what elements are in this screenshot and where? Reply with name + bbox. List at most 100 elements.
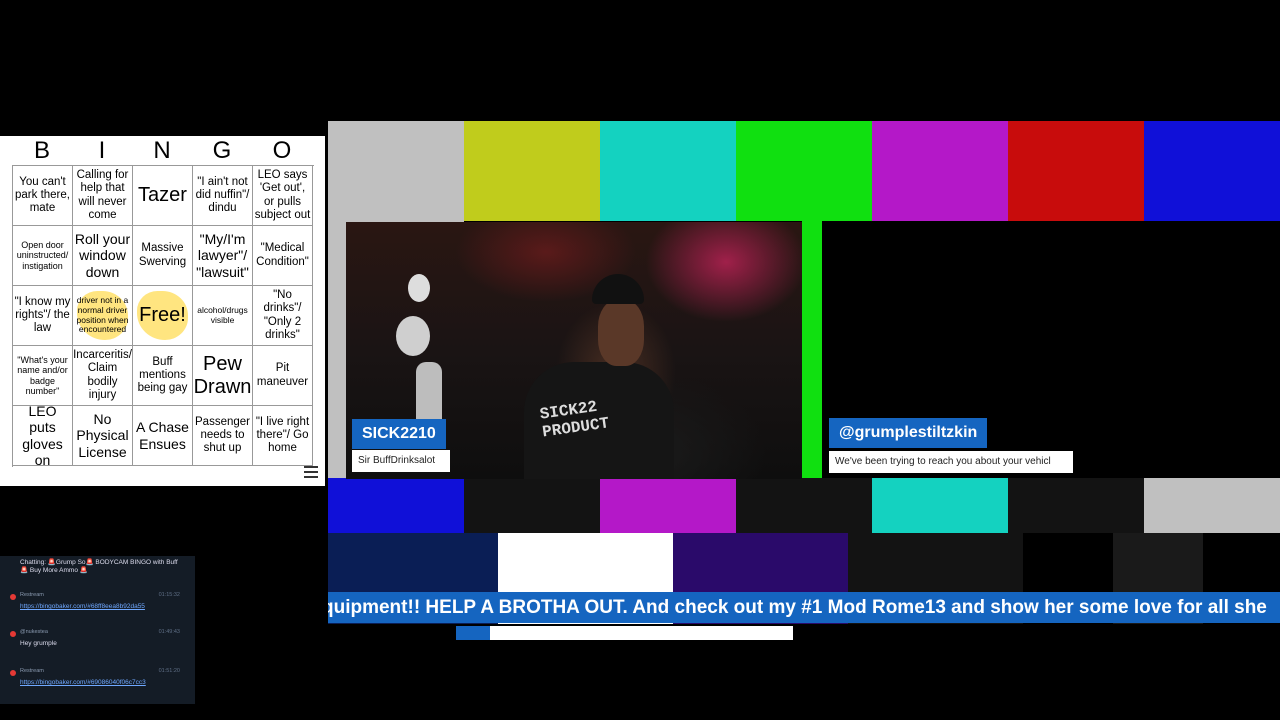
- bingo-grid: You can't park there, mate Calling for he…: [12, 165, 314, 467]
- platform-icon: [10, 670, 16, 676]
- bingo-cell-text: "Medical Condition": [256, 242, 309, 268]
- chat-username: Restream: [20, 592, 44, 598]
- bingo-card: B I N G O You can't park there, mate Calling …: [0, 136, 325, 486]
- color-bar: [872, 478, 1008, 533]
- bingo-cell-text: Pew Drawn: [193, 352, 252, 398]
- color-bar: [802, 221, 822, 478]
- skeleton-figure: [408, 274, 430, 302]
- bingo-cell[interactable]: "What's your name and/or badge number": [13, 346, 73, 406]
- bingo-cell[interactable]: "Medical Condition": [253, 226, 313, 286]
- color-bar: [600, 121, 736, 221]
- color-bar: [328, 121, 464, 221]
- bingo-cell[interactable]: You can't park there, mate: [13, 166, 73, 226]
- chat-timestamp: 01:15:32: [158, 592, 180, 598]
- color-bar: [1144, 121, 1280, 221]
- platform-icon: [10, 631, 16, 637]
- bingo-cell[interactable]: Pew Drawn: [193, 346, 253, 406]
- bingo-cell-text: Calling for help that will never come: [76, 169, 129, 221]
- bingo-cell-text: Roll your window down: [74, 231, 131, 280]
- bingo-cell[interactable]: No Physical License: [73, 406, 133, 466]
- color-bar: [328, 478, 464, 533]
- bingo-cell-text: Passenger needs to shut up: [195, 415, 250, 455]
- chat-text: Hey grumple: [20, 640, 57, 647]
- scrolling-ticker: quipment!! HELP A BROTHA OUT. And check …: [328, 592, 1280, 623]
- chat-timestamp: 01:51:20: [158, 668, 180, 674]
- chat-link[interactable]: https://bingobaker.com/#69086040f06c7cc3: [20, 679, 146, 686]
- bingo-cell[interactable]: Free!: [133, 286, 193, 346]
- bingo-cell-text: Open door uninstructed/ instigation: [16, 239, 69, 271]
- bingo-cell-text: Free!: [139, 304, 186, 326]
- bingo-cell-text: "No drinks"/ "Only 2 drinks": [263, 289, 302, 341]
- bingo-cell[interactable]: Calling for help that will never come: [73, 166, 133, 226]
- bingo-cell[interactable]: "I ain't not did nuffin"/ dindu: [193, 166, 253, 226]
- chat-username: @nukestea: [20, 629, 48, 635]
- bingo-cell[interactable]: "No drinks"/ "Only 2 drinks": [253, 286, 313, 346]
- skeleton-figure: [396, 316, 430, 356]
- bingo-cell[interactable]: driver not in a normal driver position w…: [73, 286, 133, 346]
- bingo-cell[interactable]: Passenger needs to shut up: [193, 406, 253, 466]
- bingo-cell[interactable]: Pit maneuver: [253, 346, 313, 406]
- bingo-cell-text: "I know my rights"/ the law: [14, 295, 71, 335]
- bingo-cell-text: "I live right there"/ Go home: [255, 415, 310, 455]
- color-bar: [1008, 478, 1144, 533]
- bingo-letter: O: [272, 137, 292, 164]
- progress-bar: [456, 626, 793, 640]
- bingo-cell[interactable]: Open door uninstructed/ instigation: [13, 226, 73, 286]
- bingo-letter: I: [98, 137, 106, 164]
- bingo-cell-text: A Chase Ensues: [136, 419, 189, 452]
- color-bar: [600, 478, 736, 533]
- color-bar: [736, 478, 872, 533]
- progress-fill: [456, 626, 490, 640]
- menu-icon[interactable]: [304, 466, 318, 478]
- bingo-cell-text: Incarceritis/ Claim bodily injury: [73, 349, 132, 401]
- bingo-cell[interactable]: Tazer: [133, 166, 193, 226]
- bingo-cell[interactable]: Roll your window down: [73, 226, 133, 286]
- bingo-cell[interactable]: Buff mentions being gay: [133, 346, 193, 406]
- bingo-cell-text: "What's your name and/or badge number": [17, 354, 68, 396]
- bingo-cell[interactable]: Incarceritis/ Claim bodily injury: [73, 346, 133, 406]
- bingo-cell[interactable]: LEO says 'Get out', or pulls subject out: [253, 166, 313, 226]
- bingo-cell-text: No Physical License: [76, 411, 129, 460]
- guest-subtitle: We've been trying to reach you about you…: [829, 451, 1073, 473]
- bingo-cell[interactable]: alcohol/drugs visible: [193, 286, 253, 346]
- bingo-cell[interactable]: Massive Swerving: [133, 226, 193, 286]
- chat-link[interactable]: https://bingobaker.com/#68ff8eea8b92da55: [20, 603, 145, 610]
- guest-name-tag: @grumplestiltzkin: [829, 418, 988, 448]
- chat-panel: Chatting: 🚨Grump So🚨 BODYCAM BINGO with …: [0, 556, 195, 704]
- bingo-cell-text: LEO says 'Get out', or pulls subject out: [254, 169, 311, 221]
- bingo-header: BINGO: [12, 138, 312, 164]
- bingo-cell-text: alcohol/drugs visible: [197, 304, 248, 325]
- bingo-cell[interactable]: "My/I'm lawyer"/ "lawsuit": [193, 226, 253, 286]
- color-bar: [736, 121, 872, 221]
- bingo-letter: G: [212, 137, 232, 164]
- bingo-cell-text: You can't park there, mate: [15, 175, 70, 215]
- bingo-cell[interactable]: A Chase Ensues: [133, 406, 193, 466]
- bingo-cell-text: LEO puts gloves on: [22, 406, 63, 466]
- color-bar: [1144, 478, 1280, 533]
- webcam-name-tag: SICK2210: [352, 419, 446, 449]
- webcam-subtitle: Sir BuffDrinksalot: [352, 450, 450, 472]
- bingo-cell-text: driver not in a normal driver position w…: [76, 294, 129, 335]
- platform-icon: [10, 594, 16, 600]
- chat-text: Chatting: 🚨Grump So🚨 BODYCAM BINGO with …: [20, 559, 178, 574]
- chat-timestamp: 01:49:43: [158, 629, 180, 635]
- bingo-cell[interactable]: LEO puts gloves on: [13, 406, 73, 466]
- bingo-cell-text: Buff mentions being gay: [137, 355, 188, 395]
- chat-username: Restream: [20, 668, 44, 674]
- bingo-cell[interactable]: "I live right there"/ Go home: [253, 406, 313, 466]
- color-bar: [464, 121, 600, 221]
- streamer-face: [598, 300, 644, 366]
- bingo-cell-text: "I ain't not did nuffin"/ dindu: [195, 175, 250, 215]
- bingo-cell-text: Massive Swerving: [138, 242, 187, 268]
- streamer-cap: [592, 274, 644, 304]
- color-bar: [464, 478, 600, 533]
- color-bar: [1008, 121, 1144, 221]
- bingo-letter: B: [33, 137, 50, 164]
- ticker-text: quipment!! HELP A BROTHA OUT. And check …: [328, 597, 1267, 618]
- bingo-cell-text: Pit maneuver: [256, 362, 309, 388]
- bingo-cell[interactable]: "I know my rights"/ the law: [13, 286, 73, 346]
- color-bar: [872, 121, 1008, 221]
- bingo-cell-text: Tazer: [138, 184, 187, 206]
- bingo-letter: N: [153, 137, 171, 164]
- bingo-cell-text: "My/I'm lawyer"/ "lawsuit": [196, 231, 249, 280]
